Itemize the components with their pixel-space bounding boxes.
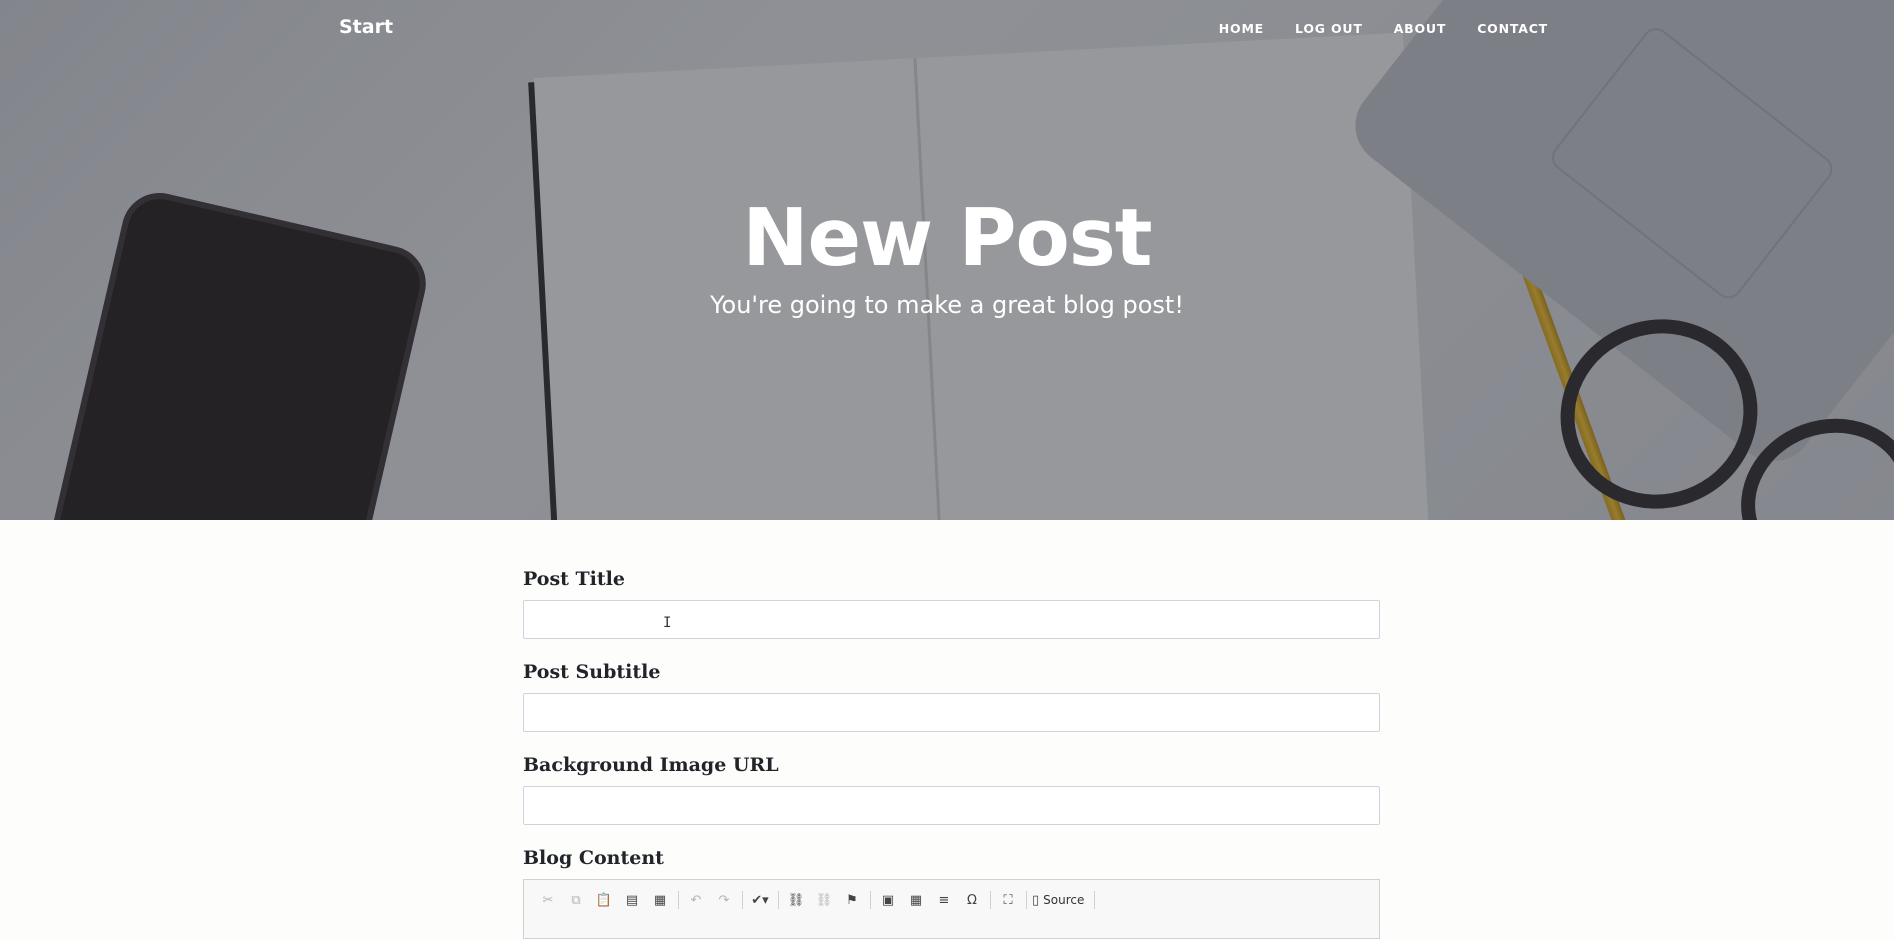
blog-content-label: Blog Content (523, 847, 664, 869)
post-title-label: Post Title (523, 568, 625, 590)
source-label: Source (1043, 893, 1085, 907)
anchor-icon[interactable]: ⚑ (840, 889, 864, 911)
post-subtitle-input[interactable] (523, 693, 1380, 732)
page-title: New Post (742, 192, 1152, 284)
unlink-icon[interactable]: ⛓ (812, 889, 836, 911)
toolbar-separator (870, 891, 871, 909)
copy-icon[interactable]: ⧉ (564, 889, 588, 911)
nav-link-contact[interactable]: CONTACT (1477, 21, 1548, 36)
image-icon[interactable]: ▣ (876, 889, 900, 911)
toolbar-separator (990, 891, 991, 909)
hero-banner: Start HOME LOG OUT ABOUT CONTACT New Pos… (0, 0, 1894, 520)
post-subtitle-label: Post Subtitle (523, 661, 661, 683)
spellcheck-icon[interactable]: ✔▾ (748, 889, 772, 911)
link-icon[interactable]: ⛓ (784, 889, 808, 911)
toolbar-separator (678, 891, 679, 909)
background-image-url-label: Background Image URL (523, 754, 779, 776)
special-char-icon[interactable]: Ω (960, 889, 984, 911)
paste-icon[interactable]: 📋 (592, 889, 616, 911)
background-image-url-input[interactable] (523, 786, 1380, 825)
cut-icon[interactable]: ✂ (536, 889, 560, 911)
nav-link-about[interactable]: ABOUT (1394, 21, 1447, 36)
nav-link-logout[interactable]: LOG OUT (1295, 21, 1363, 36)
source-button[interactable]: ▯ Source (1032, 889, 1088, 911)
toolbar-separator (1094, 891, 1096, 909)
paste-word-icon[interactable]: ▦ (648, 889, 672, 911)
text-cursor-icon: I (663, 615, 671, 631)
new-post-form: Post Title I Post Subtitle Background Im… (523, 568, 1380, 939)
paste-text-icon[interactable]: ▤ (620, 889, 644, 911)
rich-text-editor: ✂ ⧉ 📋 ▤ ▦ ↶ ↷ ✔▾ ⛓ ⛓ ⚑ ▣ ▦ ≡ Ω ⛶ ▯ Sourc… (523, 879, 1380, 939)
post-title-input[interactable] (523, 600, 1380, 639)
page-subtitle: You're going to make a great blog post! (710, 291, 1184, 319)
redo-icon[interactable]: ↷ (712, 889, 736, 911)
toolbar-separator (1026, 891, 1027, 909)
toolbar-separator (742, 891, 743, 909)
table-icon[interactable]: ▦ (904, 889, 928, 911)
editor-toolbar: ✂ ⧉ 📋 ▤ ▦ ↶ ↷ ✔▾ ⛓ ⛓ ⚑ ▣ ▦ ≡ Ω ⛶ ▯ Sourc… (524, 880, 1379, 920)
navbar-brand[interactable]: Start (339, 16, 393, 38)
undo-icon[interactable]: ↶ (684, 889, 708, 911)
toolbar-separator (778, 891, 779, 909)
main-nav: HOME LOG OUT ABOUT CONTACT (1188, 21, 1548, 36)
maximize-icon[interactable]: ⛶ (996, 889, 1020, 911)
nav-link-home[interactable]: HOME (1219, 21, 1264, 36)
horizontal-rule-icon[interactable]: ≡ (932, 889, 956, 911)
source-icon: ▯ (1032, 892, 1040, 908)
